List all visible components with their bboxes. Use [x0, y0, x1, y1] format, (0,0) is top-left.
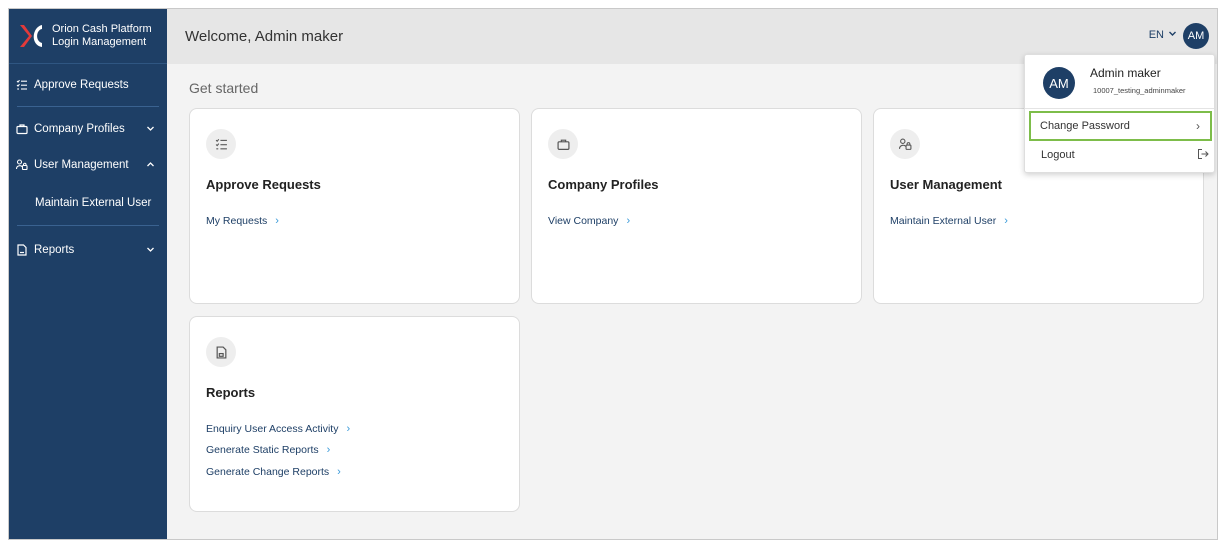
checklist-icon [206, 129, 236, 159]
change-password-label: Change Password [1040, 120, 1130, 132]
sidebar: Orion Cash Platform Login Management App… [9, 9, 167, 539]
sidebar-item-label: Approve Requests [34, 79, 129, 91]
brand-logo-icon [18, 23, 44, 49]
link-label: Generate Static Reports [206, 444, 319, 457]
checklist-icon [16, 79, 28, 91]
section-title: Get started [189, 80, 259, 96]
sidebar-item-reports[interactable]: Reports [9, 232, 167, 268]
link-generate-static-reports[interactable]: Generate Static Reports › [206, 440, 350, 462]
sidebar-item-user-management[interactable]: User Management [9, 147, 167, 183]
sidebar-item-label: Company Profiles [34, 123, 125, 135]
brand-line-2: Login Management [52, 36, 147, 48]
document-icon [206, 337, 236, 367]
chevron-right-icon: › [1004, 214, 1008, 227]
user-name: Admin maker [1090, 66, 1161, 80]
sidebar-item-label: User Management [34, 159, 129, 171]
brand[interactable]: Orion Cash Platform Login Management [9, 9, 167, 64]
sidebar-divider [17, 106, 159, 107]
card-title: Reports [206, 385, 256, 400]
language-label: EN [1148, 29, 1164, 41]
link-label: Enquiry User Access Activity [206, 422, 339, 435]
chevron-right-icon: › [337, 465, 341, 478]
welcome-text: Welcome, Admin maker [185, 28, 344, 45]
link-label: Maintain External User [890, 214, 997, 227]
card-approve-requests: Approve Requests My Requests › [189, 108, 520, 304]
user-lock-icon [890, 129, 920, 159]
chevron-right-icon: › [346, 422, 351, 435]
avatar: AM [1043, 67, 1075, 99]
sidebar-item-approve-requests[interactable]: Approve Requests [9, 67, 167, 103]
divider [1025, 108, 1214, 109]
avatar[interactable]: AM [1183, 23, 1209, 49]
sidebar-subitem-label: Maintain External User [35, 197, 152, 209]
chevron-down-icon[interactable] [146, 124, 155, 136]
link-enquiry-user-access-activity[interactable]: Enquiry User Access Activity › [206, 418, 350, 440]
sidebar-subitem-maintain-external-user[interactable]: Maintain External User [9, 183, 167, 223]
link-label: Generate Change Reports [206, 465, 330, 478]
link-label: My Requests [206, 214, 268, 227]
brand-text: Orion Cash Platform Login Management [52, 23, 152, 49]
user-id: 10007_testing_adminmaker [1093, 86, 1186, 95]
language-selector[interactable]: EN [1149, 29, 1177, 41]
sidebar-divider [17, 225, 159, 226]
briefcase-icon [548, 129, 578, 159]
logout-icon [1197, 148, 1209, 163]
link-view-company[interactable]: View Company › [548, 210, 630, 232]
chevron-up-icon[interactable] [146, 160, 155, 172]
card-company-profiles: Company Profiles View Company › [531, 108, 862, 304]
change-password-item[interactable]: Change Password › [1029, 111, 1212, 141]
user-lock-icon [16, 159, 28, 171]
chevron-right-icon: › [326, 444, 331, 457]
chevron-right-icon: › [275, 214, 279, 227]
brand-line-1: Orion Cash Platform [52, 23, 152, 35]
chevron-down-icon [1168, 29, 1177, 41]
link-label: View Company [548, 214, 619, 227]
briefcase-icon [16, 123, 28, 135]
user-menu-dropdown: AM Admin maker 10007_testing_adminmaker … [1024, 54, 1215, 173]
chevron-right-icon: › [626, 214, 631, 227]
logout-label: Logout [1041, 149, 1075, 161]
app-window: Orion Cash Platform Login Management App… [8, 8, 1218, 540]
link-my-requests[interactable]: My Requests › [206, 210, 279, 232]
card-title: Approve Requests [206, 177, 321, 192]
chevron-down-icon[interactable] [146, 245, 155, 257]
card-reports: Reports Enquiry User Access Activity › G… [189, 316, 520, 512]
document-icon [16, 244, 28, 256]
card-title: User Management [890, 177, 1002, 192]
sidebar-item-label: Reports [34, 244, 75, 256]
sidebar-item-company-profiles[interactable]: Company Profiles [9, 111, 167, 147]
chevron-right-icon: › [1196, 119, 1200, 133]
card-title: Company Profiles [548, 177, 659, 192]
logout-item[interactable]: Logout [1041, 149, 1211, 161]
link-generate-change-reports[interactable]: Generate Change Reports › [206, 461, 350, 483]
link-maintain-external-user[interactable]: Maintain External User › [890, 210, 1008, 232]
